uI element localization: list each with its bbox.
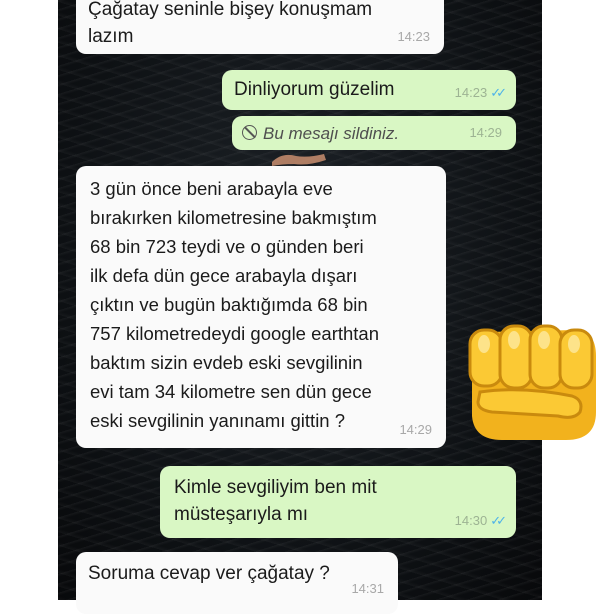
message-time: 14:23 xyxy=(454,85,488,100)
message-meta: 14:30 ✓✓ xyxy=(454,507,507,534)
background-hand-decoration xyxy=(272,154,326,166)
deleted-message-text: Bu mesajı sildiniz. xyxy=(263,124,400,143)
message-bubble-incoming[interactable]: 3 gün önce beni arabayla eve bırakırken … xyxy=(76,166,446,448)
deleted-message-bubble[interactable]: Bu mesajı sildiniz. 14:29 xyxy=(232,116,516,150)
message-time: 14:29 xyxy=(469,125,502,140)
message-text: Dinliyorum güzelim xyxy=(234,79,395,100)
message-time: 14:30 xyxy=(454,513,488,528)
message-time: 14:23 xyxy=(397,29,430,44)
message-text: Çağatay seninle bişey konuşmam lazım xyxy=(88,0,373,47)
message-bubble-outgoing[interactable]: Dinliyorum güzelim 14:23 ✓✓ xyxy=(222,70,516,110)
oncoming-fist-emoji-icon xyxy=(468,324,596,440)
message-meta: 14:23 ✓✓ xyxy=(454,79,507,106)
message-bubble-outgoing[interactable]: Kimle sevgiliyim ben mit müsteşarıyla mı… xyxy=(160,466,516,538)
message-time: 14:31 xyxy=(351,581,384,596)
deleted-icon xyxy=(242,125,257,140)
message-bubble-incoming[interactable]: Çağatay seninle bişey konuşmam lazım 14:… xyxy=(76,0,444,54)
message-text: 3 gün önce beni arabayla eve bırakırken … xyxy=(90,178,379,431)
message-text: Soruma cevap ver çağatay ? xyxy=(88,563,330,584)
read-receipt-icon: ✓✓ xyxy=(490,85,507,100)
read-receipt-icon: ✓✓ xyxy=(490,513,507,528)
message-time: 14:29 xyxy=(399,422,432,437)
message-bubble-incoming[interactable]: Soruma cevap ver çağatay ? 14:31 xyxy=(76,552,398,614)
